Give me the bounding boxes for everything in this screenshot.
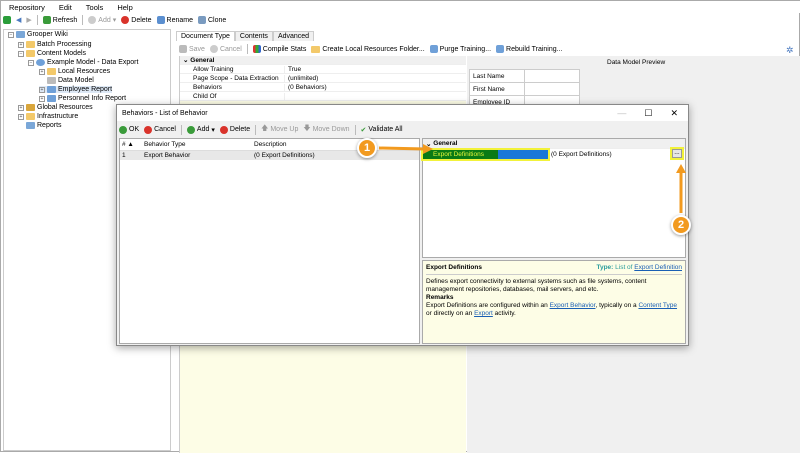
arrowhead-2 [676,164,686,173]
callout-1: 1 [357,138,377,158]
callout-2: 2 [671,215,691,235]
arrow-1 [378,146,427,151]
arrowhead-1 [423,144,433,154]
